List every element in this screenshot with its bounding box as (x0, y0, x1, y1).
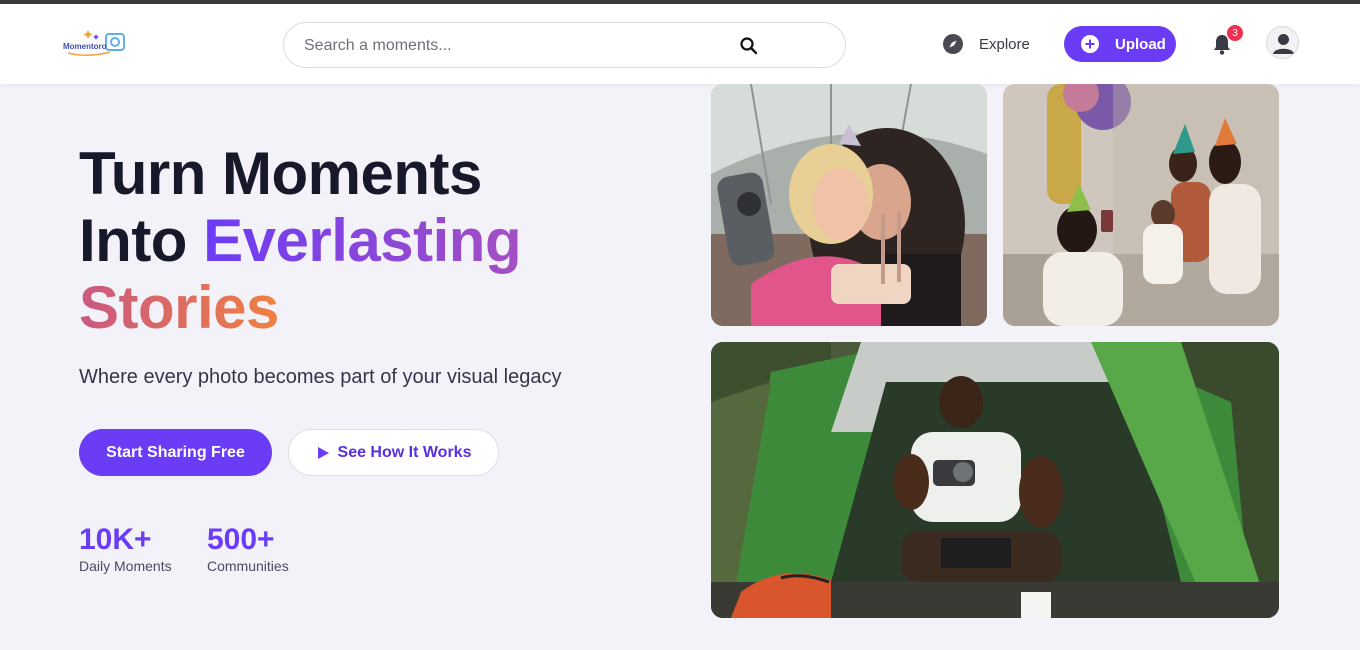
hero-title-accent-everlasting: Everlasting (203, 207, 522, 274)
hero-title-line1: Turn Moments (79, 140, 482, 207)
stat-label: Communities (207, 558, 289, 574)
hero-title-accent-stories: Stories (79, 274, 279, 341)
compass-icon (942, 33, 964, 55)
user-icon (1273, 34, 1294, 54)
search-input[interactable] (304, 33, 734, 59)
play-icon (316, 446, 330, 460)
plus-circle-icon (1080, 34, 1100, 54)
notification-badge: 3 (1226, 24, 1244, 42)
stat-value: 500+ (207, 523, 275, 556)
stat-communities: 500+ Communities (207, 522, 289, 574)
photo-selfie-friends[interactable] (711, 84, 987, 326)
stat-label: Daily Moments (79, 558, 172, 574)
upload-label: Upload (1115, 35, 1166, 53)
navbar: Momentoro Explore U (0, 4, 1360, 84)
stat-value: 10K+ (79, 523, 152, 556)
upload-button[interactable]: Upload (1064, 26, 1176, 62)
brand-logo[interactable]: Momentoro (62, 26, 126, 60)
hero-subtitle: Where every photo becomes part of your v… (79, 366, 562, 388)
explore-label: Explore (979, 35, 1030, 53)
explore-link[interactable]: Explore (942, 32, 1030, 56)
photo-camping-photographer[interactable] (711, 342, 1279, 618)
see-how-it-works-button[interactable]: See How It Works (288, 429, 499, 476)
hero-title-line2-plain: Into (79, 207, 204, 274)
svg-text:Momentoro: Momentoro (63, 42, 107, 51)
search-icon[interactable] (739, 36, 759, 56)
hero-title: Turn Moments Into Everlasting Stories (79, 140, 599, 341)
see-how-it-works-label: See How It Works (337, 443, 472, 461)
photo-birthday-family[interactable] (1003, 84, 1279, 326)
start-sharing-button[interactable]: Start Sharing Free (79, 429, 272, 476)
logo-icon: Momentoro (63, 30, 125, 56)
profile-avatar[interactable] (1266, 26, 1299, 59)
stat-daily-moments: 10K+ Daily Moments (79, 522, 172, 574)
search-bar (283, 22, 846, 68)
